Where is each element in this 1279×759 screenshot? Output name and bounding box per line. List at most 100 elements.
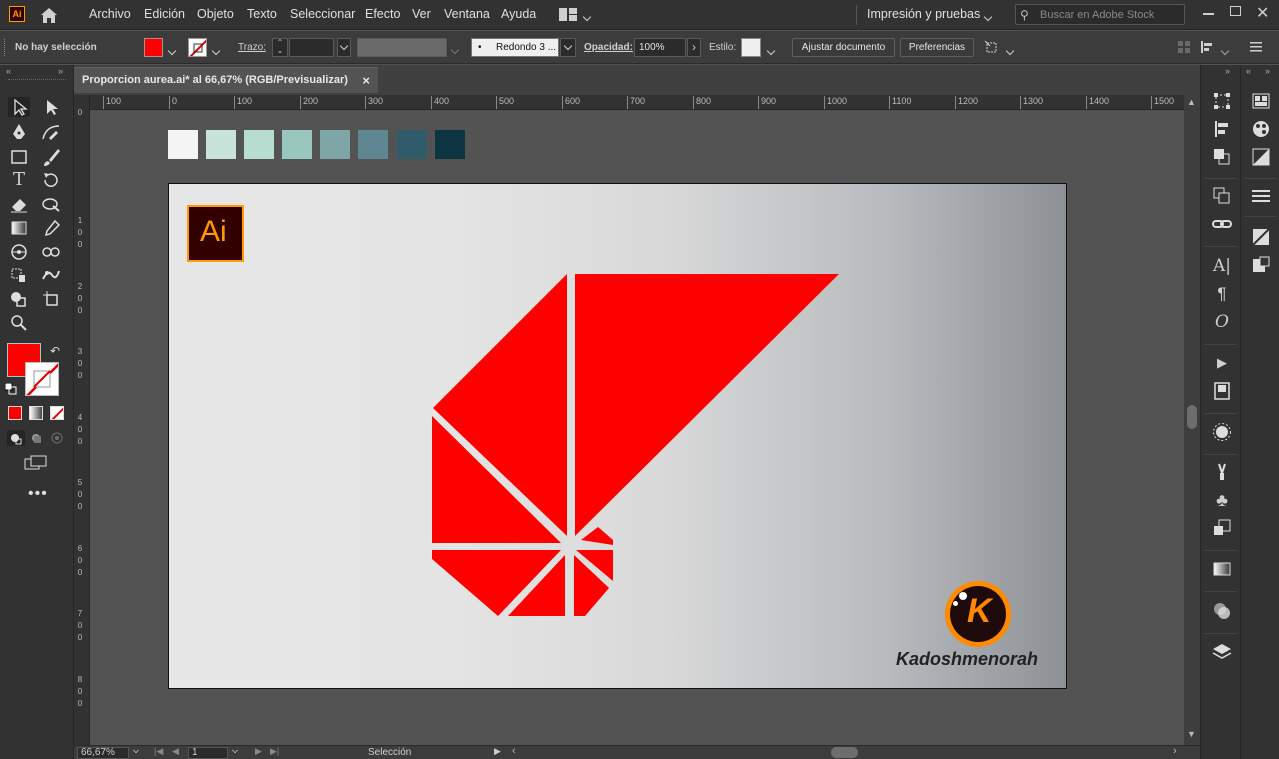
menu-ventana[interactable]: Ventana: [444, 7, 490, 21]
symbol-sprayer-tool-icon[interactable]: [8, 242, 30, 262]
transparency-icon[interactable]: [1211, 600, 1233, 622]
zoom-field[interactable]: 66,67%: [77, 747, 129, 759]
chevron-down-icon[interactable]: [582, 9, 592, 23]
color-swatch[interactable]: [358, 130, 388, 159]
none-mode-button[interactable]: [50, 406, 64, 420]
default-colors-icon[interactable]: [4, 382, 17, 395]
opacity-input[interactable]: 100%: [634, 38, 686, 57]
arrange-icon[interactable]: [984, 40, 1000, 55]
color-swatch[interactable]: [282, 130, 312, 159]
brushes-icon[interactable]: [1211, 461, 1233, 483]
color-swatch[interactable]: [397, 130, 427, 159]
color-mode-button[interactable]: [8, 406, 22, 420]
scroll-right-icon[interactable]: ›: [1173, 745, 1177, 757]
menu-seleccionar[interactable]: Seleccionar: [290, 7, 355, 21]
graph-tool-icon[interactable]: [8, 265, 30, 285]
document-tab[interactable]: Proporcion aurea.ai* al 66,67% (RGB/Prev…: [74, 67, 378, 93]
stroke-swatch[interactable]: [188, 38, 207, 57]
graphic-styles-icon[interactable]: [1211, 517, 1233, 539]
more-tools-icon[interactable]: •••: [28, 485, 48, 503]
brush-definition[interactable]: • Redondo 3 ...: [471, 38, 559, 57]
artboard[interactable]: Ai K Kadoshmenorah: [168, 183, 1067, 689]
artboard-number-field[interactable]: 1: [188, 747, 228, 759]
scroll-up-icon[interactable]: ▲: [1187, 97, 1196, 107]
rotate-tool-icon[interactable]: [40, 170, 62, 190]
first-artboard-icon[interactable]: |◀: [154, 746, 163, 757]
opentype-icon[interactable]: O: [1211, 311, 1233, 333]
document-info-icon[interactable]: [1211, 380, 1233, 402]
color-swatch[interactable]: [244, 130, 274, 159]
menu-ayuda[interactable]: Ayuda: [501, 7, 536, 21]
grip-handle[interactable]: [4, 39, 7, 56]
panel-menu-icon[interactable]: »: [1265, 66, 1270, 76]
close-button[interactable]: ✕: [1256, 3, 1269, 23]
chevron-down-icon[interactable]: [232, 747, 238, 755]
panel-menu-icon[interactable]: [1250, 40, 1262, 52]
layers-icon[interactable]: [1211, 641, 1233, 663]
restore-button[interactable]: [1230, 6, 1241, 16]
selection-tool-icon[interactable]: [8, 97, 30, 117]
status-menu-icon[interactable]: ▶: [494, 746, 501, 757]
swap-fill-stroke-icon[interactable]: ↶: [50, 344, 60, 358]
paragraph-icon[interactable]: ¶: [1211, 283, 1233, 305]
panel-menu-icon[interactable]: »: [58, 66, 63, 76]
stroke-color-swatch[interactable]: [25, 362, 59, 396]
paintbrush-tool-icon[interactable]: [40, 147, 62, 167]
screen-mode-icon[interactable]: [24, 455, 48, 471]
layout-grid-icon[interactable]: [559, 8, 577, 24]
draw-behind-icon[interactable]: [28, 430, 46, 446]
variable-width-profile[interactable]: [357, 38, 447, 57]
color-guide-icon[interactable]: [1250, 90, 1272, 112]
links-icon[interactable]: [1211, 213, 1233, 235]
menu-texto[interactable]: Texto: [247, 7, 277, 21]
align-left-icon[interactable]: [1201, 41, 1217, 53]
blend-tool-icon[interactable]: [40, 242, 62, 262]
chevron-down-icon[interactable]: [983, 9, 993, 23]
transform-icon[interactable]: [1211, 90, 1233, 112]
stock-search-box[interactable]: ⚲ Buscar en Adobe Stock: [1015, 4, 1185, 25]
gradient-mode-button[interactable]: [29, 406, 43, 420]
horizontal-scroll-thumb[interactable]: [831, 747, 858, 758]
eyedropper-tool-icon[interactable]: [40, 218, 62, 238]
scroll-left-icon[interactable]: ‹: [512, 745, 516, 757]
pen-tool-icon[interactable]: [8, 122, 30, 142]
last-artboard-icon[interactable]: ▶|: [270, 746, 279, 757]
image-trace-icon[interactable]: [1250, 226, 1272, 248]
chevron-down-icon[interactable]: [337, 38, 351, 57]
curvature-tool-icon[interactable]: [40, 122, 62, 142]
gradient-tool-icon[interactable]: [8, 218, 30, 238]
draw-normal-icon[interactable]: [7, 430, 25, 446]
stock-search-input[interactable]: Buscar en Adobe Stock: [1040, 9, 1154, 21]
fill-swatch[interactable]: [144, 38, 163, 57]
chevron-down-icon[interactable]: [211, 43, 221, 57]
workspace-switcher[interactable]: Impresión y pruebas: [867, 7, 980, 21]
puppet-warp-tool-icon[interactable]: [40, 265, 62, 285]
vertical-scrollbar[interactable]: ▲ ▼: [1184, 95, 1200, 745]
next-artboard-icon[interactable]: ▶: [255, 746, 262, 757]
draw-inside-icon[interactable]: [48, 430, 66, 446]
stroke-panel-icon[interactable]: [1250, 185, 1272, 207]
warp-tool-icon[interactable]: [40, 194, 62, 214]
menu-archivo[interactable]: Archivo: [89, 7, 131, 21]
close-tab-icon[interactable]: ×: [362, 73, 370, 88]
chevron-down-icon[interactable]: [766, 43, 776, 57]
appearance-icon[interactable]: [1211, 421, 1233, 443]
actions-icon[interactable]: ▶: [1211, 352, 1233, 374]
menu-edicion[interactable]: Edición: [144, 7, 185, 21]
minimize-button[interactable]: [1203, 13, 1214, 15]
menu-ver[interactable]: Ver: [412, 7, 431, 21]
color-swatch[interactable]: [206, 130, 236, 159]
preferences-button[interactable]: Preferencias: [900, 38, 974, 57]
color-swatch[interactable]: [320, 130, 350, 159]
horizontal-ruler[interactable]: 100 0 100 200 300 400 500 600 700 800 90…: [90, 95, 1184, 110]
shape-builder-tool-icon[interactable]: [8, 289, 30, 309]
chevron-down-icon[interactable]: [133, 747, 139, 755]
style-swatch[interactable]: [741, 38, 761, 57]
artboard-tool-icon[interactable]: [40, 289, 62, 309]
align-icon[interactable]: [1211, 118, 1233, 140]
menu-objeto[interactable]: Objeto: [197, 7, 234, 21]
color-swatches-icon[interactable]: [1250, 118, 1272, 140]
character-icon[interactable]: A|: [1211, 255, 1233, 277]
zoom-tool-icon[interactable]: [8, 313, 30, 333]
chevron-down-icon[interactable]: [560, 38, 576, 57]
